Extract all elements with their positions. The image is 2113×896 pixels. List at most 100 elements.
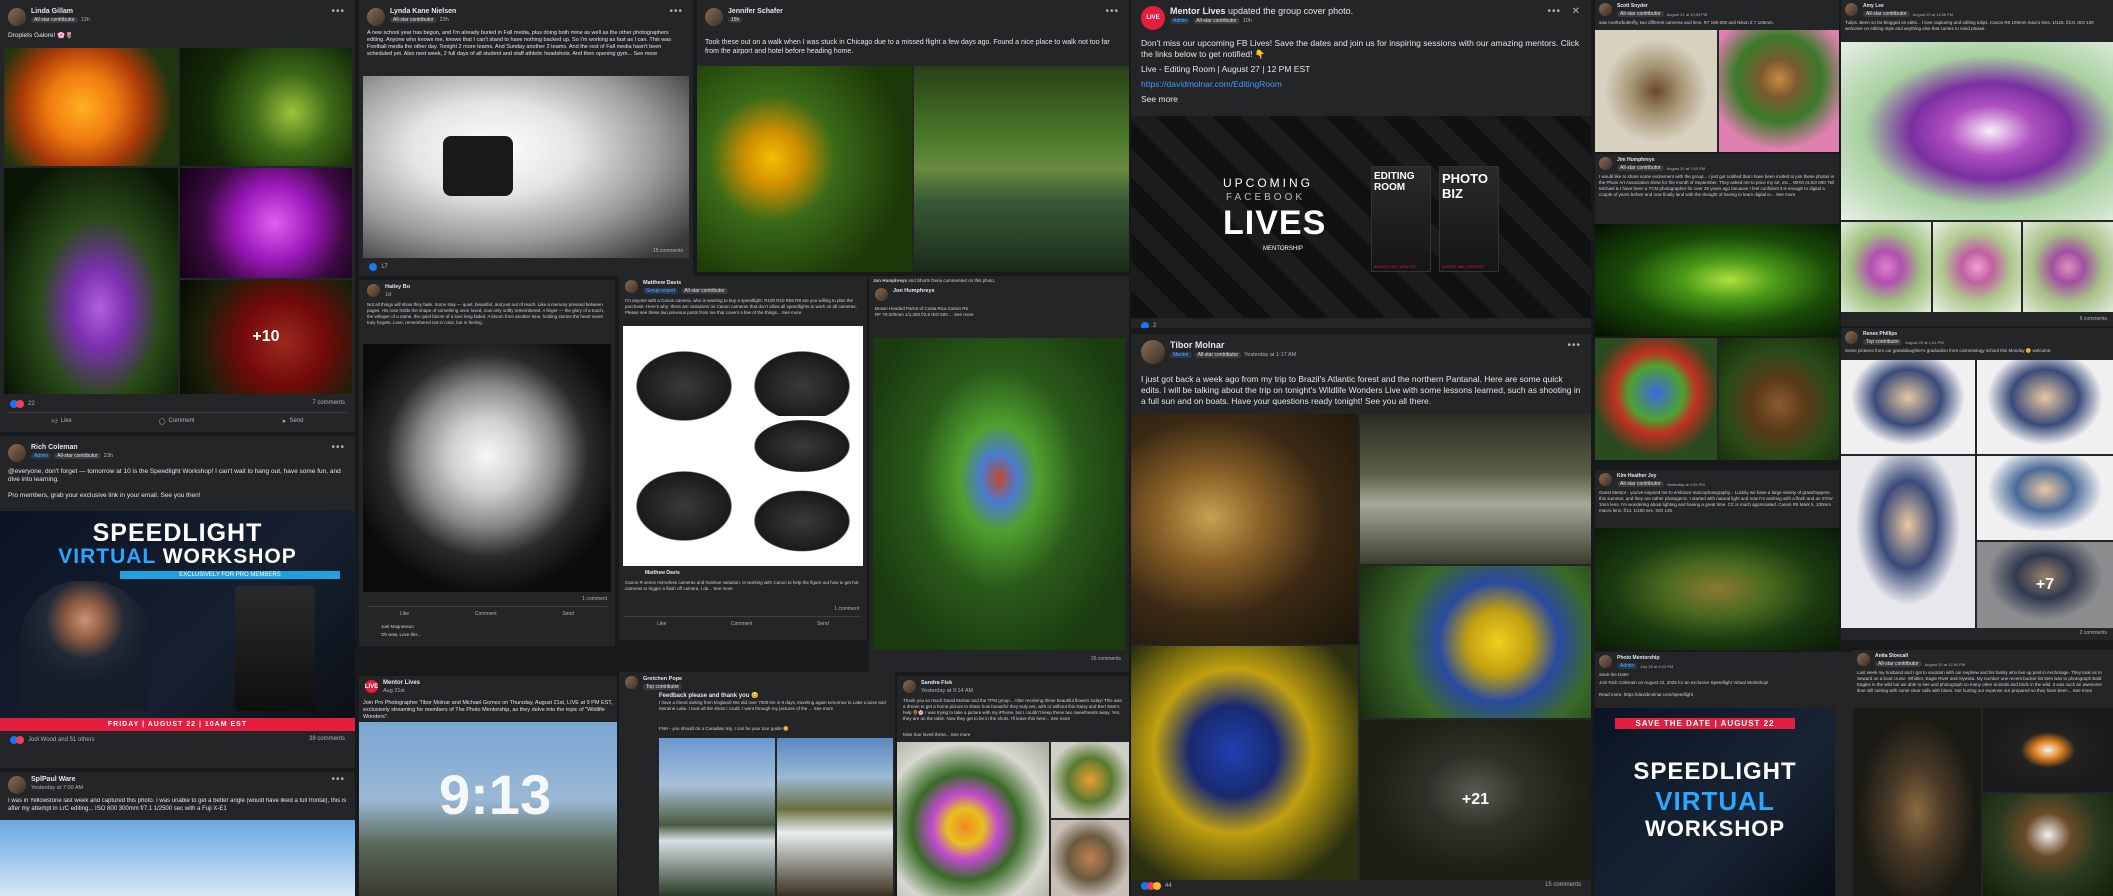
canon-camera-grid[interactable]	[623, 326, 863, 566]
actor-name[interactable]: Jon Humphreys	[873, 278, 907, 283]
author-name[interactable]: Jim Humphreys	[1617, 157, 1705, 163]
post-time[interactable]: August 20 at 7:00 PM	[1667, 166, 1705, 171]
post-time[interactable]: Yesterday at 7:00 AM	[31, 785, 83, 791]
post-time[interactable]: August 20 at 11:58 PM	[1913, 12, 1953, 17]
reaction-summary[interactable]: 17	[369, 263, 388, 271]
avatar[interactable]	[903, 680, 916, 693]
reaction-summary[interactable]: 2	[1141, 322, 1156, 328]
avatar[interactable]	[1141, 340, 1165, 364]
author-name[interactable]: Photo Mentorship	[1617, 655, 1673, 661]
author-name[interactable]: Lynda Kane Nielsen	[390, 8, 456, 15]
editing-room-card[interactable]: EDITING ROOM AUGUST 27th | 12PM EST	[1371, 166, 1431, 272]
like-button[interactable]: Like	[400, 611, 409, 617]
author-name[interactable]: Jon Humphreys	[893, 288, 935, 294]
avatar[interactable]	[1599, 3, 1612, 16]
more-options-icon[interactable]: •••	[669, 6, 683, 17]
photo-graduate-2[interactable]	[1977, 360, 2113, 454]
author-name[interactable]: Gretchen Pope	[643, 676, 682, 682]
reaction-summary[interactable]: 44	[1141, 882, 1172, 890]
post-time[interactable]: 15h	[728, 17, 743, 23]
photo-purple-bud[interactable]	[4, 168, 178, 394]
live-avatar[interactable]: LIVE	[365, 680, 378, 693]
author-name[interactable]: Tibor Molnar	[1170, 340, 1296, 350]
avatar[interactable]	[1845, 3, 1858, 16]
author-name[interactable]: Linda Gillam	[31, 8, 90, 15]
close-icon[interactable]: ✕	[1572, 6, 1581, 17]
photo-pond-egret[interactable]	[914, 66, 1129, 272]
like-button[interactable]: Like	[657, 621, 666, 627]
photo-studio-umbrella[interactable]	[363, 76, 689, 258]
like-button[interactable]: 👍︎ Like	[51, 417, 71, 425]
photo-purple-flower[interactable]	[180, 168, 352, 278]
comment-count[interactable]: 38 comments	[309, 736, 345, 742]
author-name[interactable]: Jennifer Schafer	[728, 8, 783, 15]
post-time[interactable]: 10h	[1243, 18, 1252, 24]
shared-author[interactable]: Matthew Davis	[645, 570, 680, 576]
post-time[interactable]: Aug 21st	[383, 688, 405, 694]
photo-puffin[interactable]	[1983, 708, 2113, 792]
reaction-summary[interactable]: 22	[10, 400, 35, 408]
more-options-icon[interactable]: •••	[1105, 6, 1119, 17]
post-time[interactable]: Yesterday at 4:09 PM	[1667, 482, 1705, 487]
comment-button[interactable]: Comment	[731, 621, 753, 627]
avatar[interactable]	[625, 280, 638, 293]
more-photos-count[interactable]: +21	[1360, 720, 1591, 880]
more-photos-count[interactable]: +7	[1977, 542, 2113, 628]
post-time[interactable]: Yesterday at 1:17 AM	[1244, 352, 1296, 358]
commenter-name[interactable]: Joel Magnesson	[381, 624, 601, 630]
author-name[interactable]: SplPaul Ware	[31, 776, 83, 783]
comment-button[interactable]: Comment	[475, 611, 497, 617]
more-options-icon[interactable]: •••	[1567, 340, 1581, 351]
photo-graduate-4[interactable]	[1977, 456, 2113, 540]
post-time[interactable]: 13h	[81, 17, 90, 23]
photo-bird-yellow[interactable]	[1360, 566, 1591, 718]
avatar[interactable]	[1857, 653, 1870, 666]
photo-butterfly-flower[interactable]	[1719, 30, 1839, 152]
photo-flowers-small-1[interactable]	[1051, 742, 1129, 818]
author-name[interactable]: Mentor Lives updated the group cover pho…	[1170, 6, 1353, 16]
upcoming-lives-cover[interactable]: UPCOMING FACEBOOK LIVES MENTORSHIP EDITI…	[1131, 116, 1591, 318]
photo-parrot-flight[interactable]	[1595, 338, 1717, 460]
author-name[interactable]: Matthew Davis	[643, 280, 728, 286]
photo-parrot[interactable]	[873, 338, 1125, 650]
avatar[interactable]	[1599, 473, 1612, 486]
send-button[interactable]: Send	[817, 621, 829, 627]
photo-green-bud[interactable]	[180, 48, 352, 166]
avatar[interactable]	[367, 284, 380, 297]
comment-count[interactable]: 6 comments	[2080, 316, 2107, 322]
post-time[interactable]: August 20 at 12:04 PM	[1925, 662, 1966, 667]
more-options-icon[interactable]: •••	[331, 6, 345, 17]
photo-white-rose[interactable]	[363, 344, 611, 592]
author-name[interactable]: Scott Snyder	[1617, 3, 1707, 9]
see-more-link[interactable]: See more	[1141, 94, 1241, 105]
avatar[interactable]	[367, 8, 385, 26]
photo-yellow-flowers[interactable]	[697, 66, 912, 272]
editing-room-link[interactable]: https://davidmolnar.com/EditingRoom	[1141, 79, 1581, 90]
photo-brown-bear[interactable]	[1719, 338, 1839, 460]
photo-jaguar[interactable]	[1131, 414, 1358, 644]
post-time[interactable]: July 25 at 9:23 PM	[1640, 664, 1673, 669]
photo-waterfall-right[interactable]	[777, 738, 893, 896]
author-name[interactable]: Mentor Lives	[383, 680, 420, 686]
comment-count[interactable]: 2 comments	[2080, 630, 2107, 636]
author-name[interactable]: Renee Phillips	[1863, 331, 1944, 337]
more-photos-count[interactable]: +10	[180, 280, 352, 394]
author-name[interactable]: Sandra Fisk	[921, 680, 973, 686]
photo-bouquet[interactable]	[897, 742, 1049, 896]
avatar[interactable]	[1599, 655, 1612, 668]
photo-hyacinth-macaw[interactable]	[1131, 646, 1358, 880]
post-time[interactable]: August 20 at 1:51 PM	[1905, 340, 1943, 345]
photo-sea-otter[interactable]	[1853, 708, 1981, 896]
comment-count[interactable]: 1 comment	[582, 596, 607, 602]
author-name[interactable]: Kim Heather Joy	[1617, 473, 1705, 479]
photo-cattle[interactable]	[1360, 414, 1591, 564]
comment-count[interactable]: 1 comment	[834, 606, 859, 612]
post-time[interactable]: Yesterday at 9:14 AM	[921, 688, 973, 694]
avatar[interactable]	[1845, 331, 1858, 344]
comment-button[interactable]: ◯ Comment	[159, 417, 195, 425]
photo-tulip-1[interactable]	[1841, 222, 1931, 312]
speedlight-workshop-banner[interactable]: SPEEDLIGHT VIRTUAL WORKSHOP EXCLUSIVELY …	[0, 511, 355, 731]
photo-waterfall-left[interactable]	[659, 738, 775, 896]
author-name[interactable]: Rich Coleman	[31, 444, 113, 451]
save-the-date-banner[interactable]: SAVE THE DATE | AUGUST 22 SPEEDLIGHT VIR…	[1595, 708, 1835, 896]
